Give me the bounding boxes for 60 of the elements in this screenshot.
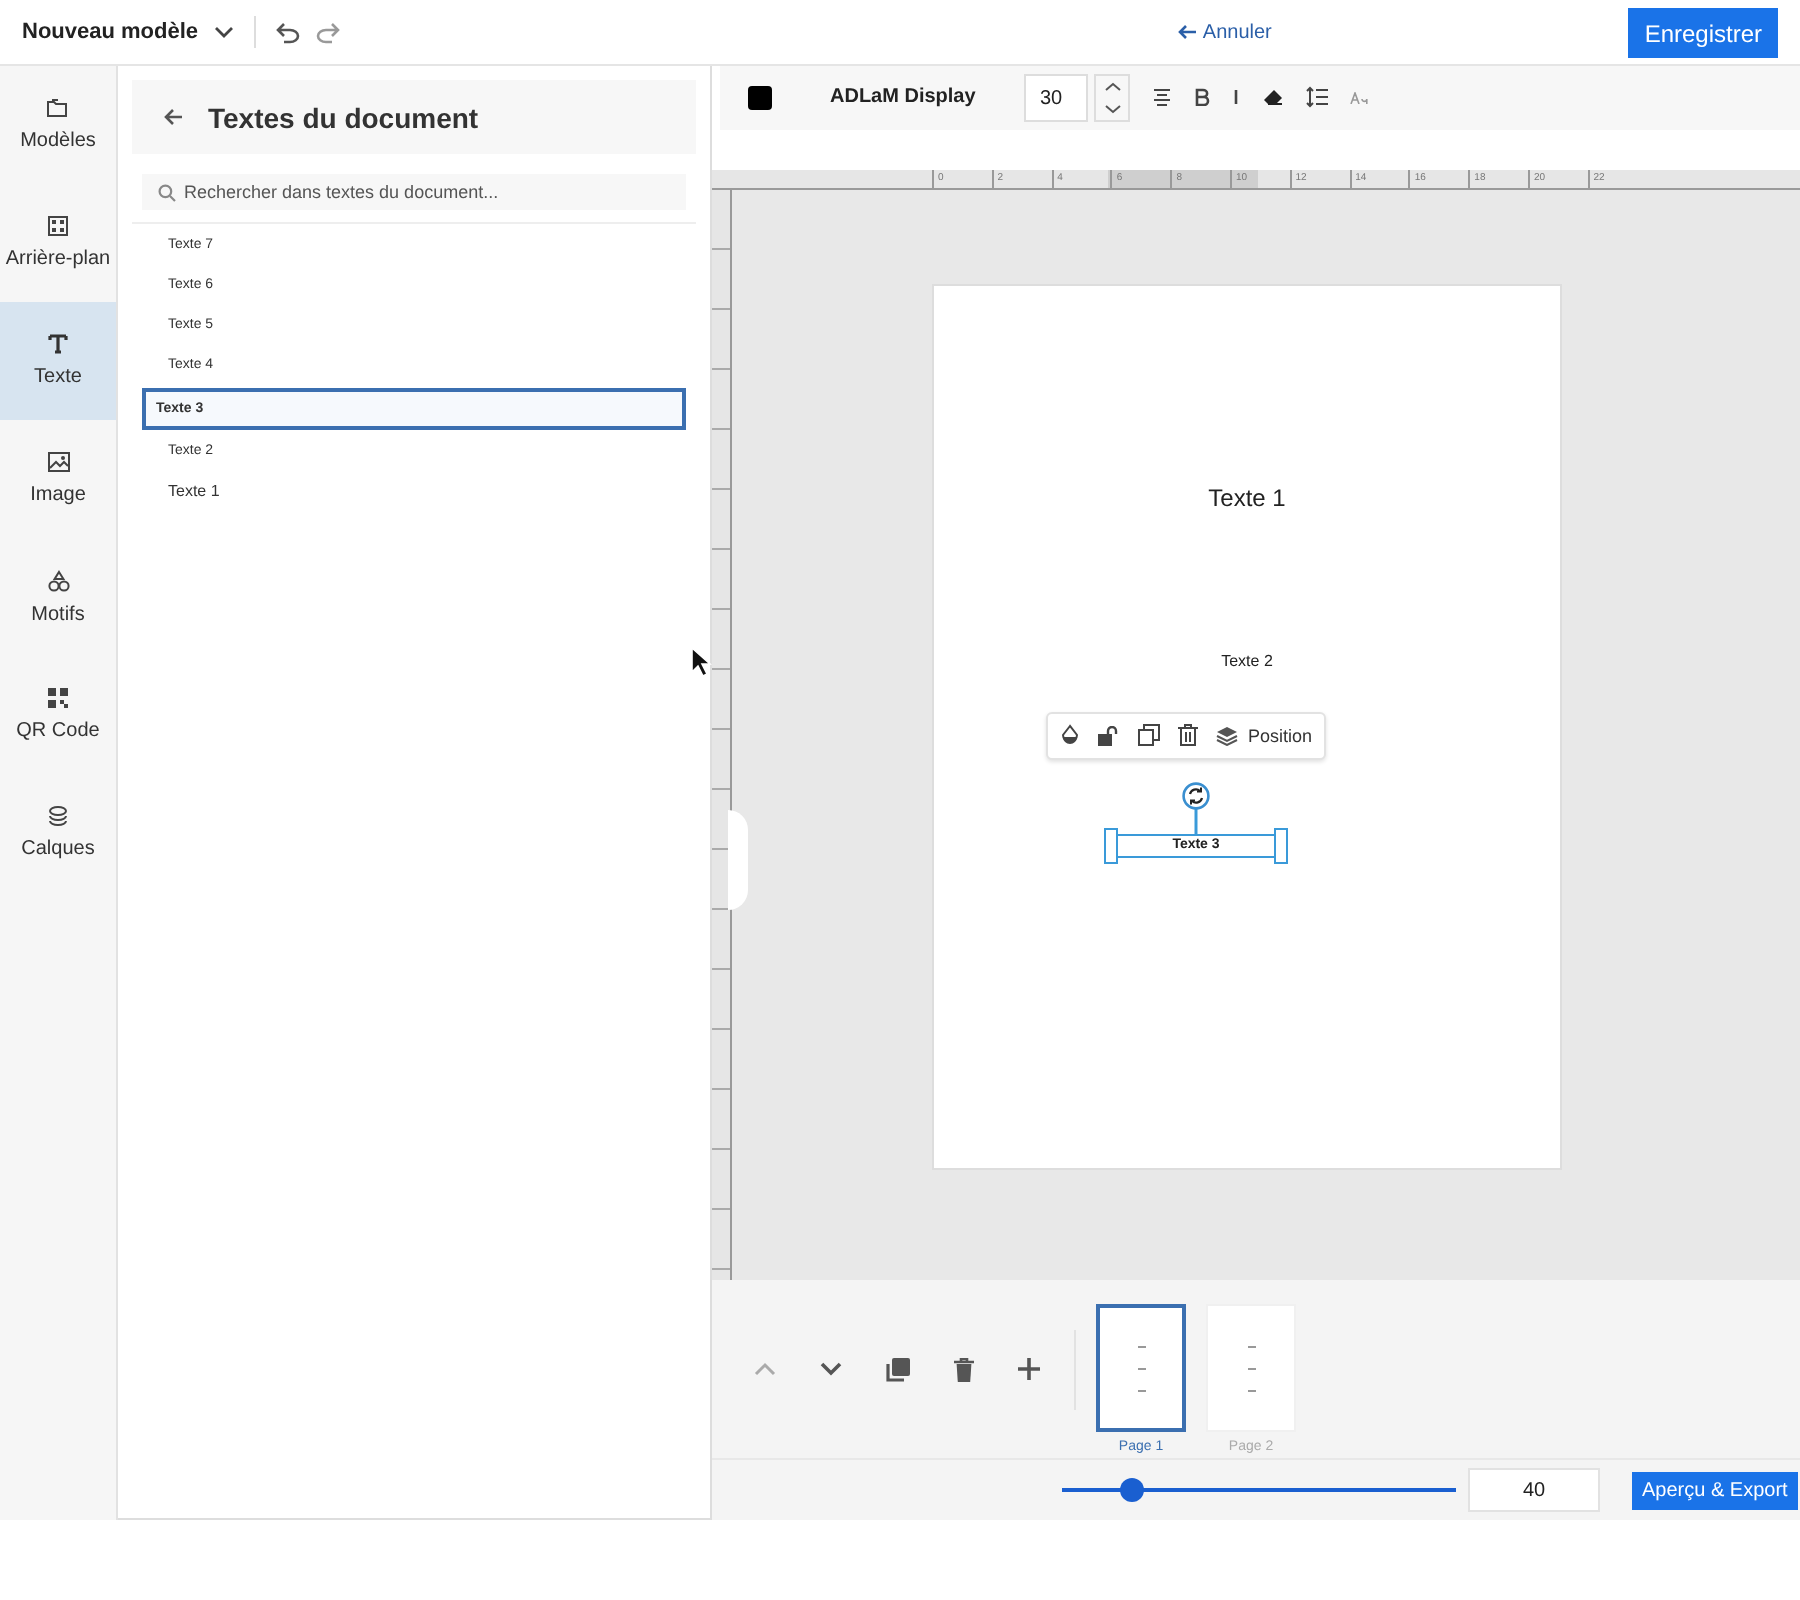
sidebar-tab[interactable]: QR Code — [0, 656, 116, 774]
search-field[interactable]: Rechercher dans textes du document... — [142, 174, 686, 210]
image-icon — [47, 452, 69, 472]
italic-icon[interactable] — [1232, 88, 1240, 107]
sidebar-tab[interactable]: Arrière-plan — [0, 184, 116, 302]
shapes-icon — [47, 569, 69, 591]
duplicate-icon[interactable] — [1138, 724, 1160, 747]
rotate-handle-icon[interactable] — [1182, 781, 1210, 836]
search-icon — [158, 183, 176, 201]
text-case-icon[interactable] — [1350, 91, 1368, 104]
eraser-icon[interactable] — [1262, 88, 1284, 107]
trash-icon[interactable] — [954, 1357, 974, 1382]
font-selector[interactable]: ADLaM Display — [830, 86, 1002, 109]
chevron-up-icon[interactable] — [1103, 81, 1121, 92]
panel-title: Textes du document — [208, 101, 479, 133]
document-title[interactable]: Nouveau modèle — [22, 20, 199, 44]
chevron-down-icon[interactable] — [1103, 103, 1121, 114]
zoom-field[interactable]: 40 — [1468, 1468, 1600, 1512]
page-thumbnail[interactable] — [1096, 1304, 1186, 1433]
zoom-slider[interactable] — [1062, 1478, 1456, 1502]
sidebar-tab[interactable]: Modèles — [0, 66, 116, 184]
resize-handle[interactable] — [1274, 827, 1288, 864]
sidebar-tab[interactable]: Image — [0, 420, 116, 538]
mouse-pointer-icon — [690, 646, 712, 678]
sidebar-tab[interactable]: Calques — [0, 774, 116, 892]
sidebar-tab[interactable]: Texte — [0, 302, 116, 420]
font-size-field[interactable]: 30 — [1024, 73, 1088, 122]
size-stepper[interactable] — [1094, 73, 1130, 122]
undo-icon[interactable] — [276, 21, 301, 43]
resize-handle[interactable] — [1104, 827, 1118, 864]
color-swatch[interactable] — [748, 85, 772, 110]
duplicate-page-icon[interactable] — [886, 1357, 910, 1382]
add-page-icon[interactable] — [1018, 1358, 1040, 1381]
page-text[interactable]: Texte 2 — [1221, 651, 1273, 670]
redo-icon[interactable] — [316, 21, 341, 43]
chevron-down-icon[interactable] — [214, 26, 235, 38]
layers-icon — [48, 806, 68, 826]
line-spacing-icon[interactable] — [1306, 86, 1328, 109]
save-button[interactable]: Enregistrer — [1628, 7, 1778, 57]
opacity-icon[interactable] — [1060, 724, 1080, 747]
export-button[interactable]: Aperçu & Export — [1632, 1471, 1798, 1509]
back-arrow-icon[interactable] — [164, 108, 184, 126]
unlock-icon[interactable] — [1098, 725, 1120, 746]
collapse-handle[interactable] — [728, 809, 748, 910]
trash-icon[interactable] — [1178, 724, 1198, 747]
bold-icon[interactable] — [1194, 88, 1210, 107]
text-list-item[interactable]: Texte 1 — [144, 472, 684, 512]
sidebar-tab[interactable]: Motifs — [0, 538, 116, 656]
folder-icon — [46, 98, 70, 118]
arrow-left-icon — [1178, 24, 1197, 40]
slider-thumb[interactable] — [1120, 1478, 1145, 1502]
text-icon — [48, 334, 68, 354]
cancel-link[interactable]: Annuler — [1178, 21, 1272, 43]
align-center-icon[interactable] — [1152, 88, 1172, 107]
position-button[interactable]: Position — [1216, 725, 1313, 746]
qr-code-icon — [48, 688, 68, 708]
layers-icon — [1216, 725, 1238, 746]
page-text[interactable]: Texte 1 — [1208, 483, 1286, 512]
move-down-icon[interactable] — [820, 1362, 842, 1377]
grid-icon — [48, 216, 68, 236]
